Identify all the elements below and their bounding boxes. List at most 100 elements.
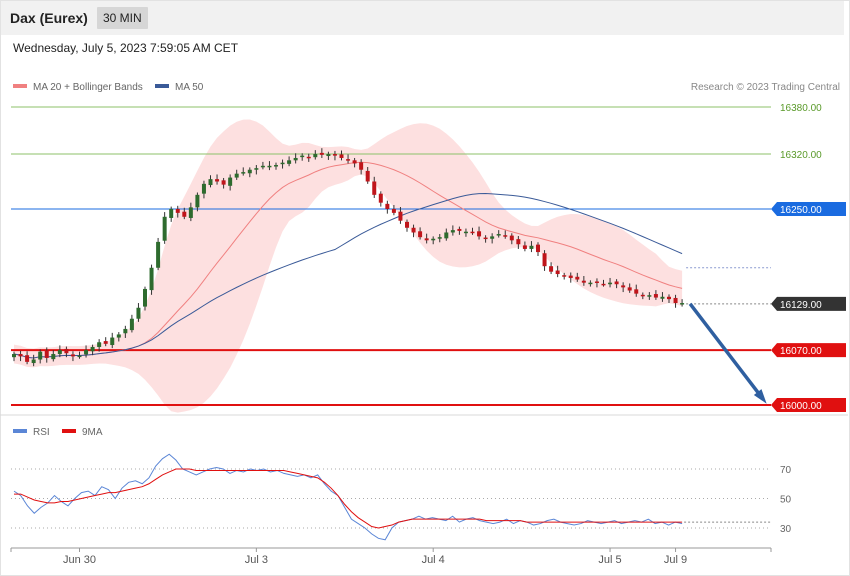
candle-body bbox=[51, 354, 56, 360]
candle-body bbox=[542, 253, 547, 267]
candle-body bbox=[516, 239, 521, 245]
candle-body bbox=[352, 160, 357, 164]
candle-body bbox=[287, 160, 292, 164]
rsi-ma-legend-swatch bbox=[62, 429, 76, 433]
candle-body bbox=[673, 297, 678, 304]
candle-body bbox=[247, 169, 252, 174]
candle-body bbox=[391, 208, 396, 213]
candle-body bbox=[555, 270, 560, 275]
ma50-legend-swatch bbox=[155, 84, 169, 88]
candle-body bbox=[418, 231, 423, 238]
candle-body bbox=[568, 275, 573, 278]
candle-body bbox=[123, 328, 128, 334]
candle-body bbox=[339, 154, 344, 158]
price-level-labels: 16380.00 16320.00 16250.00 16129.00 16070.00… bbox=[771, 103, 846, 412]
research-credit: Research © 2023 Trading Central bbox=[691, 82, 840, 93]
candle-body bbox=[509, 235, 514, 241]
candle-body bbox=[608, 282, 613, 285]
rsi-ma-legend-label: 9MA bbox=[82, 427, 103, 438]
candle-body bbox=[149, 267, 154, 291]
level-label-16250.00: 16250.00 bbox=[780, 205, 822, 216]
price-chart: MA 20 + Bollinger Bands MA 50 Research ©… bbox=[0, 82, 848, 566]
candle-body bbox=[18, 354, 23, 357]
candle-body bbox=[660, 296, 665, 299]
candle-body bbox=[332, 154, 337, 156]
candle-body bbox=[667, 296, 671, 300]
candle-body bbox=[110, 337, 115, 346]
candle-body bbox=[431, 238, 436, 241]
rsi-level-label-50: 50 bbox=[780, 495, 792, 506]
candle-body bbox=[522, 245, 527, 249]
rsi-legend: RSI 9MA bbox=[13, 427, 103, 438]
x-axis-label: Jul 3 bbox=[245, 554, 268, 566]
candle-body bbox=[70, 354, 75, 357]
candle-body bbox=[405, 221, 409, 228]
candle-body bbox=[411, 227, 416, 233]
x-axis-label: Jul 9 bbox=[664, 554, 687, 566]
candle-body bbox=[372, 181, 377, 195]
candle-body bbox=[254, 168, 259, 170]
candle-body bbox=[313, 154, 318, 158]
candle-body bbox=[346, 159, 351, 161]
candle-body bbox=[306, 156, 311, 159]
candle-body bbox=[483, 237, 488, 240]
candle-body bbox=[634, 289, 639, 294]
candle-body bbox=[319, 152, 324, 155]
level-label-16320.00: 16320.00 bbox=[780, 150, 822, 161]
rsi-ma-line bbox=[14, 468, 683, 529]
rsi-level-label-30: 30 bbox=[780, 524, 792, 535]
candle-body bbox=[267, 165, 272, 168]
candle-body bbox=[293, 157, 298, 161]
candle-body bbox=[653, 294, 658, 298]
candle-body bbox=[195, 194, 200, 208]
candle-body bbox=[38, 351, 43, 360]
candle-body bbox=[326, 154, 331, 157]
candle-body bbox=[103, 341, 108, 344]
candle-body bbox=[496, 234, 501, 236]
candle-body bbox=[647, 295, 652, 297]
x-axis-labels: Jun 30 Jul 3 Jul 4 Jul 5 Jul 9 bbox=[10, 548, 772, 566]
candle-body bbox=[594, 281, 599, 283]
rsi-line bbox=[13, 453, 683, 541]
candle-body bbox=[437, 237, 442, 239]
x-axis-label: Jul 5 bbox=[598, 554, 621, 566]
candle-body bbox=[549, 266, 554, 272]
candle-body bbox=[359, 162, 364, 170]
candle-body bbox=[64, 348, 69, 354]
candle-body bbox=[365, 170, 370, 182]
level-label-16380.00: 16380.00 bbox=[780, 103, 822, 114]
candle-body bbox=[274, 165, 278, 167]
candle-body bbox=[228, 177, 233, 186]
candle-body bbox=[490, 236, 495, 239]
rsi-legend-swatch bbox=[13, 429, 27, 433]
candle-body bbox=[25, 355, 30, 362]
rsi-levels: 70 50 30 bbox=[11, 465, 792, 535]
candle-body bbox=[97, 342, 102, 347]
x-axis-label: Jul 4 bbox=[422, 554, 445, 566]
candle-body bbox=[156, 241, 161, 268]
candle-body bbox=[143, 288, 147, 307]
projection-arrow-shaft bbox=[688, 302, 765, 401]
candle-body bbox=[241, 172, 246, 174]
x-axis-label: Jun 30 bbox=[63, 554, 96, 566]
candle-body bbox=[116, 334, 121, 338]
candle-body bbox=[188, 207, 193, 218]
candle-body bbox=[234, 173, 239, 178]
candle-body bbox=[536, 244, 540, 253]
candle-body bbox=[575, 276, 580, 280]
candle-body bbox=[463, 231, 468, 234]
rsi-level-label-70: 70 bbox=[780, 465, 792, 476]
candle-body bbox=[169, 208, 174, 218]
candle-body bbox=[477, 231, 482, 237]
projection-arrow bbox=[688, 302, 767, 404]
candle-body bbox=[424, 238, 429, 241]
candle-body bbox=[444, 232, 449, 239]
candle-body bbox=[260, 165, 265, 168]
candle-body bbox=[621, 285, 626, 288]
candle-body bbox=[640, 294, 645, 297]
rsi-legend-label: RSI bbox=[33, 427, 50, 438]
rsi-lines bbox=[13, 453, 771, 541]
candle-body bbox=[44, 350, 49, 358]
candle-body bbox=[378, 193, 383, 203]
ma50-legend-label: MA 50 bbox=[175, 82, 204, 93]
